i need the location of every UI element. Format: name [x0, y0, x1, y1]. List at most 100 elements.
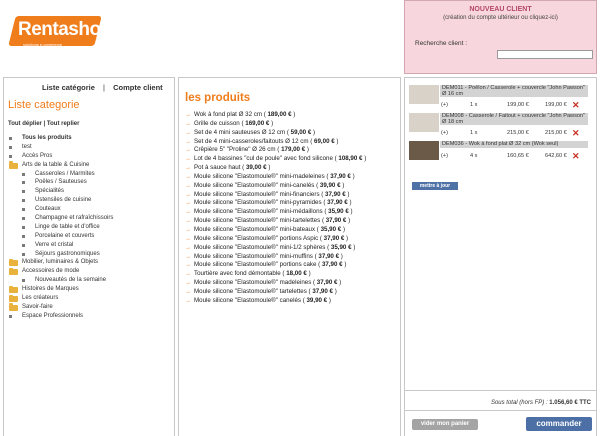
- product-item[interactable]: → Moule silicone "Elastomoule®" mini-méda…: [185, 208, 399, 217]
- expand-collapse-toggle[interactable]: Tout déplier | Tout replier: [8, 121, 79, 127]
- product-item[interactable]: → Moule silicone "Elastomoule®" mini-bate…: [185, 226, 399, 235]
- product-item[interactable]: → Moule silicone "Elastomoule®" mini-1/2 …: [185, 244, 399, 253]
- category-item[interactable]: Champagne et rafraîchissoirs: [4, 214, 174, 223]
- category-item[interactable]: Tous les produits: [4, 134, 174, 143]
- cart-item-quantity-line: (+) 4 x 160,65 € 642,60 € ✕: [441, 152, 591, 161]
- product-item[interactable]: → Moule silicone "Elastomoule®" mini-fina…: [185, 191, 399, 200]
- category-label: Poêles / Sauteuses: [35, 179, 87, 186]
- product-item[interactable]: → Moule silicone "Elastomoule®" mini-cane…: [185, 182, 399, 191]
- category-label: Espace Professionnels: [22, 312, 84, 319]
- bullet-icon: [22, 234, 25, 238]
- category-item[interactable]: Casseroles / Marmites: [4, 170, 174, 179]
- remove-item-icon[interactable]: ✕: [572, 129, 580, 138]
- remove-item-icon[interactable]: ✕: [572, 152, 580, 161]
- clear-cart-button[interactable]: vider mon panier: [412, 419, 478, 430]
- product-item[interactable]: → Lot de 4 bassines "cul de poule" avec f…: [185, 155, 399, 164]
- product-item[interactable]: → Moule silicone "Elastomoule®" mini-tart…: [185, 217, 399, 226]
- category-item[interactable]: Verre et cristal: [4, 241, 174, 250]
- category-item[interactable]: Accès Pros: [4, 152, 174, 161]
- tab-category-list[interactable]: Liste catégorie: [42, 83, 95, 92]
- category-item[interactable]: Ustensiles de cuisine: [4, 196, 174, 205]
- quantity-stepper[interactable]: (+): [441, 152, 448, 160]
- category-label: Séjours gastronomiques: [35, 250, 100, 257]
- arrow-right-icon: →: [185, 271, 191, 278]
- category-item[interactable]: Savoir-faire: [4, 303, 174, 312]
- arrow-right-icon: →: [185, 288, 191, 295]
- cart-item-total: 199,00 €: [545, 102, 567, 108]
- category-label: Histoires de Marques: [22, 286, 79, 293]
- category-item[interactable]: test: [4, 143, 174, 152]
- bullet-icon: [22, 181, 25, 185]
- product-item[interactable]: → Set de 4 mini-casseroles/faitouts Ø 12 …: [185, 138, 399, 147]
- product-item[interactable]: → Set de 4 mini sauteuses Ø 12 cm ( 59,00…: [185, 129, 399, 138]
- category-label: Verre et cristal: [35, 241, 74, 248]
- quantity-stepper[interactable]: (+): [441, 129, 448, 137]
- product-name: Moule silicone "Elastomoule®" mini-canel…: [194, 181, 315, 189]
- cart-item-title[interactable]: DEM011 - Poêlon / Casserole + couvercle …: [440, 85, 588, 97]
- product-price: 37,90 €: [321, 261, 343, 269]
- new-client-title[interactable]: NOUVEAU CLIENT: [405, 6, 596, 13]
- product-item[interactable]: → Moule silicone "Elastomoule®" tartelett…: [185, 288, 399, 297]
- order-button[interactable]: commander: [526, 417, 592, 431]
- category-label: Tous les produits: [22, 135, 72, 141]
- arrow-right-icon: →: [185, 112, 191, 118]
- arrow-right-icon: →: [185, 244, 191, 251]
- cart-item-quantity-line: (+) 1 x 215,00 € 215,00 € ✕: [441, 129, 591, 138]
- product-item[interactable]: → Wok à fond plat Ø 32 cm ( 189,00 € ): [185, 111, 399, 120]
- category-item[interactable]: Porcelaine et couverts: [4, 232, 174, 241]
- product-item[interactable]: → Moule silicone "Elastomoule®" portions …: [185, 261, 399, 270]
- product-name: Grille de cuisson: [194, 119, 240, 127]
- tab-client-account[interactable]: Compte client: [113, 83, 163, 92]
- category-item[interactable]: Spécialités: [4, 187, 174, 196]
- category-item[interactable]: Séjours gastronomiques: [4, 250, 174, 259]
- bullet-icon: [9, 154, 12, 158]
- product-price: 37,90 €: [316, 279, 338, 287]
- cart-panel: DEM011 - Poêlon / Casserole + couvercle …: [404, 77, 597, 436]
- category-item[interactable]: Arts de la table & Cuisine: [4, 161, 174, 170]
- arrow-right-icon: →: [185, 182, 191, 189]
- product-name: Moule silicone "Elastomoule®" mini-muffi…: [194, 252, 313, 260]
- cart-item-title[interactable]: DEM036 - Wok à fond plat Ø 32 cm (Wok se…: [440, 141, 588, 148]
- product-item[interactable]: → Moule silicone "Elastomoule®" portions …: [185, 235, 399, 244]
- product-item[interactable]: → Crêpière 5" "Proline" Ø 26 cm ( 179,00 …: [185, 146, 399, 155]
- folder-icon: [9, 303, 18, 311]
- category-item[interactable]: Les créateurs: [4, 294, 174, 303]
- cart-divider-2: [405, 410, 596, 411]
- search-client-input[interactable]: [497, 50, 593, 59]
- category-item[interactable]: Accessoires de mode: [4, 267, 174, 276]
- category-item[interactable]: Poêles / Sauteuses: [4, 178, 174, 187]
- bullet-icon: [22, 217, 25, 221]
- cart-item-title[interactable]: DEM008 - Casserole / Faitout + couvercle…: [440, 113, 588, 125]
- category-label: Savoir-faire: [22, 303, 53, 310]
- update-cart-button[interactable]: mettre à jour: [412, 182, 458, 190]
- category-item[interactable]: Couteaux: [4, 205, 174, 214]
- rentashop-logo[interactable]: Rentashop solutions e-commerce: [8, 16, 130, 60]
- product-name: Crêpière 5" "Proline" Ø 26 cm: [194, 146, 276, 154]
- product-item[interactable]: → Tourtière avec fond démontable ( 18,00 …: [185, 270, 399, 279]
- product-item[interactable]: → Moule silicone "Elastomoule®" mini-pyra…: [185, 199, 399, 208]
- category-item[interactable]: Linge de table et d'office: [4, 223, 174, 232]
- remove-item-icon[interactable]: ✕: [572, 101, 580, 110]
- quantity-stepper[interactable]: (+): [441, 101, 448, 109]
- category-item[interactable]: Histoires de Marques: [4, 285, 174, 294]
- bullet-icon: [22, 279, 25, 283]
- cart-item-total: 215,00 €: [545, 130, 567, 136]
- product-item[interactable]: → Moule silicone "Elastomoule®" madeleine…: [185, 279, 399, 288]
- product-item[interactable]: → Moule silicone "Elastomoule®" canelés (…: [185, 297, 399, 306]
- category-item[interactable]: Nouveautés de la semaine: [4, 276, 174, 285]
- new-client-subtitle[interactable]: (création du compte ultérieur ou cliquez…: [405, 15, 596, 21]
- product-price: 39,00 €: [245, 164, 267, 172]
- category-tree: Tous les produits test Accès Pros Arts de l…: [4, 134, 174, 321]
- bullet-icon: [22, 225, 25, 229]
- product-price: 108,90 €: [338, 155, 363, 163]
- arrow-right-icon: →: [185, 297, 191, 304]
- product-item[interactable]: → Moule silicone "Elastomoule®" mini-made…: [185, 173, 399, 182]
- product-item[interactable]: → Pot à sauce haut ( 39,00 € ): [185, 164, 399, 173]
- cart-item-qty: 1 x: [470, 130, 478, 136]
- category-label: Casseroles / Marmites: [35, 170, 95, 177]
- product-item[interactable]: → Moule silicone "Elastomoule®" mini-muff…: [185, 253, 399, 262]
- product-price: 37,90 €: [325, 190, 346, 198]
- category-item[interactable]: Mobilier, luminaires & Objets: [4, 258, 174, 267]
- category-item[interactable]: Espace Professionnels: [4, 312, 174, 321]
- product-item[interactable]: → Grille de cuisson ( 169,00 € ): [185, 120, 399, 129]
